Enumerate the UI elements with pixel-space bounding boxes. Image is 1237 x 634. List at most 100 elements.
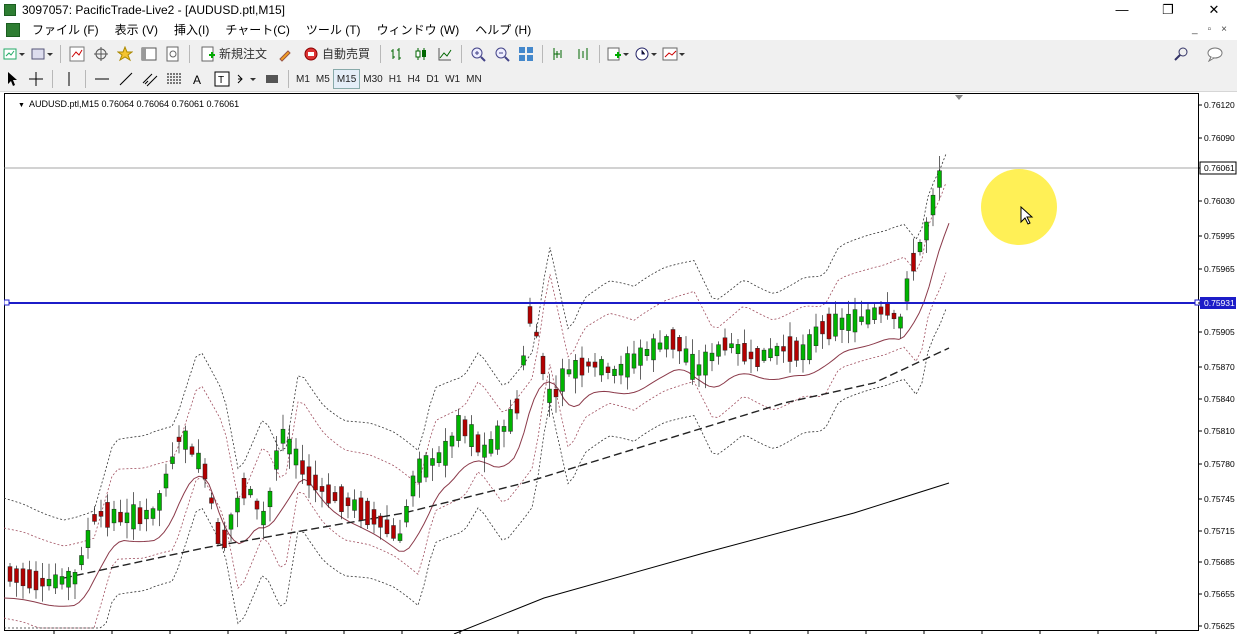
horizontal-line-icon [95,78,109,80]
menu-file[interactable]: ファイル (F) [24,21,107,38]
candle-body [859,316,864,322]
market-watch-icon [69,46,85,61]
tile-windows-button[interactable] [516,44,536,64]
candle-body [365,500,370,526]
price-tick-label: 0.76120 [1204,100,1235,110]
candle-body [657,342,663,350]
candle-body [79,555,84,566]
candlestick-button[interactable] [411,44,431,64]
price-tick-label: 0.75780 [1204,459,1235,469]
candle-body [131,504,136,530]
arrows-button[interactable] [236,69,258,89]
timeframe-h4[interactable]: H4 [405,70,424,88]
menu-view[interactable]: 表示 (V) [107,21,166,38]
minimize-button[interactable]: — [1099,0,1145,19]
zoom-in-button[interactable] [468,44,488,64]
svg-text:A: A [193,73,201,87]
strategy-tester-button[interactable] [163,44,183,64]
indicators-button[interactable] [606,44,630,64]
candle-body [677,337,682,352]
data-window-button[interactable] [91,44,111,64]
timeframe-h1[interactable]: H1 [386,70,405,88]
candle-body [592,361,598,368]
mdi-restore-button[interactable]: ▫ [1208,24,1212,35]
auto-trading-icon [304,47,318,60]
terminal-button[interactable] [139,44,159,64]
candle-body [501,426,507,432]
menu-help[interactable]: ヘルプ (H) [467,21,539,38]
auto-scroll-button[interactable] [549,44,569,64]
candle-body [443,440,448,466]
close-button[interactable]: ✕ [1191,0,1237,19]
candle-body [482,444,487,458]
candle-body [423,455,429,478]
crosshair-target-icon [94,46,108,61]
metaeditor-button[interactable] [275,44,295,64]
timeframe-m30[interactable]: M30 [360,70,385,88]
vertical-line-icon [68,72,70,86]
candle-body [709,352,715,362]
market-watch-button[interactable] [67,44,87,64]
text-tool-button[interactable]: A [188,69,208,89]
templates-button[interactable] [662,44,686,64]
candle-body [261,510,266,526]
timeframe-m1[interactable]: M1 [293,70,313,88]
candle-body [196,452,201,470]
menu-insert[interactable]: 挿入(I) [166,21,217,38]
price-tick-label: 0.75745 [1204,494,1235,504]
candle-body [787,336,793,362]
candle-body [599,359,604,376]
price-tick-label: 0.75840 [1204,394,1235,404]
candle-body [66,570,71,588]
toolbar-separator [599,44,601,63]
zoom-out-button[interactable] [492,44,512,64]
candle-body [293,448,299,466]
mdi-close-button[interactable]: × [1221,24,1227,35]
line-chart-button[interactable] [435,44,455,64]
timeframe-mn[interactable]: MN [463,70,485,88]
profiles-icon [31,48,53,59]
navigator-button[interactable] [115,44,135,64]
cursor-tool-button[interactable] [2,69,22,89]
mdi-minimize-button[interactable]: _ [1192,24,1198,35]
shapes-button[interactable] [262,69,282,89]
trendline-button[interactable] [116,69,136,89]
candle-body [235,497,240,513]
profiles-button[interactable] [30,44,54,64]
text-label-button[interactable]: T [212,69,232,89]
arrow-cursor-icon [8,72,17,86]
candle-body [209,497,214,504]
price-tick-label: 0.75715 [1204,526,1235,536]
menu-chart[interactable]: チャート(C) [217,21,298,38]
price-tick-label: 0.75905 [1204,327,1235,337]
crosshair-icon [29,72,43,86]
timeframe-m15[interactable]: M15 [332,69,361,89]
collapse-triangle-icon[interactable]: ▼ [18,102,25,109]
maximize-button[interactable]: ❐ [1145,0,1191,19]
new-chart-button[interactable] [2,44,26,64]
auto-trading-button[interactable]: 自動売買 [299,44,374,64]
candle-body [826,313,832,340]
search-button[interactable] [1171,44,1191,64]
candle-body [683,348,689,363]
menu-tools[interactable]: ツール (T) [298,21,369,38]
chat-button[interactable] [1205,44,1225,64]
timeframe-m5[interactable]: M5 [313,70,333,88]
candle-body [144,509,149,520]
price-chart[interactable]: 0.76120 0.76090 0.76061 0.76030 0.75995 0.759… [4,93,1237,634]
bar-chart-button[interactable] [387,44,407,64]
timeframe-w1[interactable]: W1 [442,70,463,88]
equidistant-channel-button[interactable] [140,69,160,89]
new-order-button[interactable]: 新規注文 [196,44,271,64]
candle-body [358,497,364,521]
fibonacci-button[interactable] [164,69,184,89]
chart-window[interactable]: 0.76120 0.76090 0.76061 0.76030 0.75995 0.759… [4,93,1237,634]
candle-body [137,507,143,525]
menu-window[interactable]: ウィンドウ (W) [369,21,468,38]
horizontal-line-button[interactable] [92,69,112,89]
vertical-line-button[interactable] [59,69,79,89]
crosshair-tool-button[interactable] [26,69,46,89]
timeframe-d1[interactable]: D1 [423,70,442,88]
chart-shift-button[interactable] [573,44,593,64]
periods-button[interactable] [634,44,658,64]
